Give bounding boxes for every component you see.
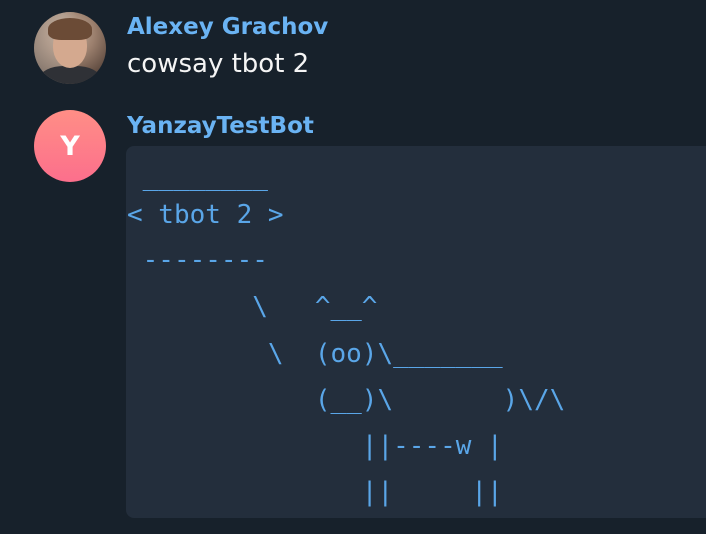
code-line: \ ^__^ [127, 292, 378, 322]
bot-avatar[interactable]: Y [34, 110, 106, 182]
chat-history: Alexey Grachov cowsay tbot 2 Y YanzayTes… [0, 0, 706, 534]
bot-avatar-letter: Y [60, 130, 80, 162]
code-line: -------- [127, 245, 268, 275]
avatar-hair [48, 18, 92, 40]
code-line: || || [127, 477, 503, 507]
bot-sender-name[interactable]: YanzayTestBot [127, 113, 314, 139]
code-line: ________ [127, 162, 268, 192]
user-avatar[interactable] [34, 12, 106, 84]
code-line: \ (oo)\_______ [127, 339, 503, 369]
message-sender-name[interactable]: Alexey Grachov [127, 14, 328, 40]
message-text: cowsay tbot 2 [127, 49, 310, 79]
code-line: < tbot 2 > [127, 200, 284, 230]
code-line: ||----w | [127, 431, 503, 461]
avatar-shirt [40, 66, 100, 84]
code-line: (__)\ )\/\ [127, 385, 566, 415]
